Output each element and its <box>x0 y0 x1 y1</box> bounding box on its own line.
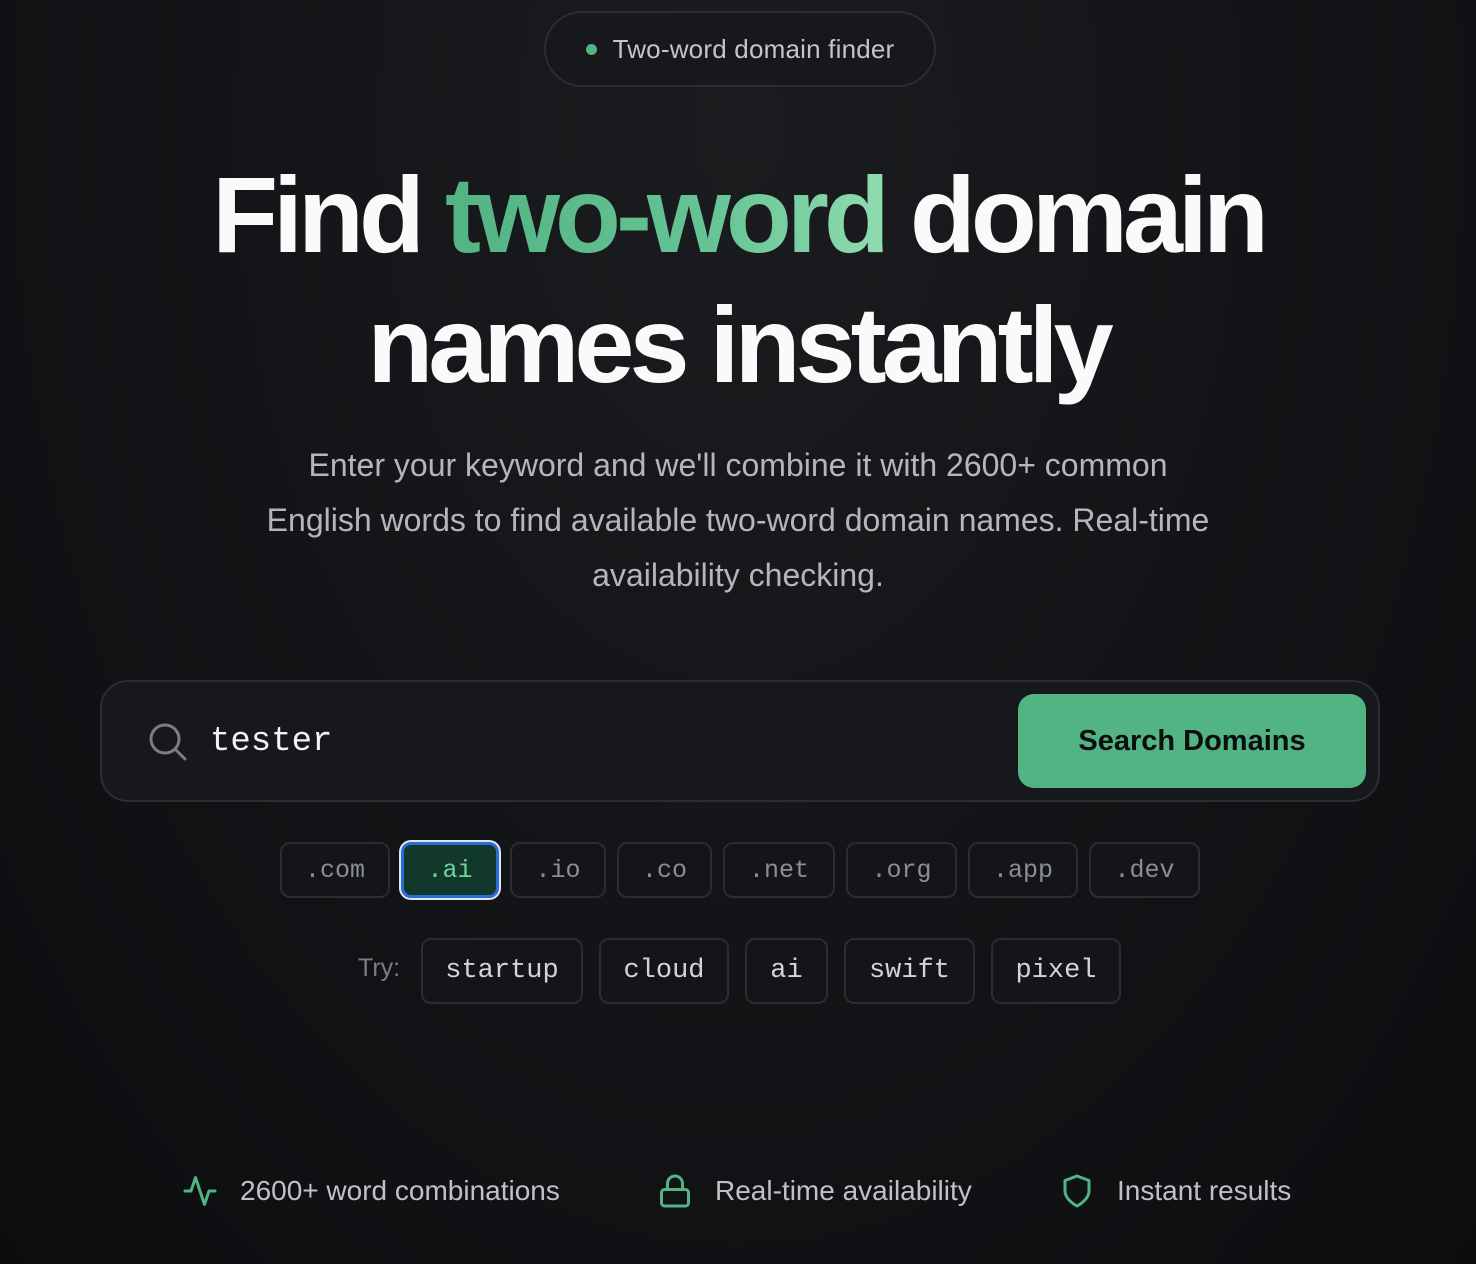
feature-text: Real-time availability <box>715 1175 972 1206</box>
shield-icon <box>1063 1174 1091 1208</box>
suggestion-chip-startup[interactable]: startup <box>421 938 583 1004</box>
search-bar: Search Domains <box>100 680 1380 802</box>
tld-chip-org[interactable]: .org <box>846 842 957 898</box>
feature-realtime-availability: Real-time availability <box>657 1168 972 1214</box>
search-domains-button[interactable]: Search Domains <box>1018 694 1366 788</box>
tld-chip-co[interactable]: .co <box>617 842 712 898</box>
hero-headline: Find two-word domain names instantly <box>0 150 1476 410</box>
suggestion-chip-ai[interactable]: ai <box>745 938 828 1004</box>
hero-subtitle: Enter your keyword and we'll combine it … <box>266 447 1210 593</box>
suggestion-chip-swift[interactable]: swift <box>844 938 975 1004</box>
tld-chip-com[interactable]: .com <box>280 842 390 898</box>
headline-part1: Find <box>212 154 445 275</box>
keyword-search-input[interactable] <box>210 712 990 772</box>
headline-accent: two-word <box>445 154 890 275</box>
tld-chip-net[interactable]: .net <box>723 842 835 898</box>
activity-icon <box>183 1176 217 1206</box>
suggestion-chip-cloud[interactable]: cloud <box>599 938 729 1004</box>
tagline-badge: Two-word domain finder <box>544 11 936 87</box>
try-label: Try: <box>358 954 401 982</box>
suggestion-chip-pixel[interactable]: pixel <box>991 938 1121 1004</box>
badge-text: Two-word domain finder <box>612 33 895 64</box>
headline-part2: domain <box>884 154 1269 275</box>
tld-chip-io[interactable]: .io <box>510 842 606 898</box>
tld-chip-ai[interactable]: .ai <box>401 842 499 898</box>
lock-icon <box>660 1174 690 1208</box>
search-icon <box>149 723 187 761</box>
tld-chip-dev[interactable]: .dev <box>1089 842 1200 898</box>
headline-line2: names instantly <box>367 284 1113 405</box>
feature-instant-results: Instant results <box>1059 1168 1291 1214</box>
tld-chip-app[interactable]: .app <box>968 842 1078 898</box>
feature-text: 2600+ word combinations <box>240 1175 560 1206</box>
status-dot-icon <box>585 43 597 55</box>
feature-text: Instant results <box>1117 1175 1292 1206</box>
feature-word-combinations: 2600+ word combinations <box>182 1168 560 1214</box>
